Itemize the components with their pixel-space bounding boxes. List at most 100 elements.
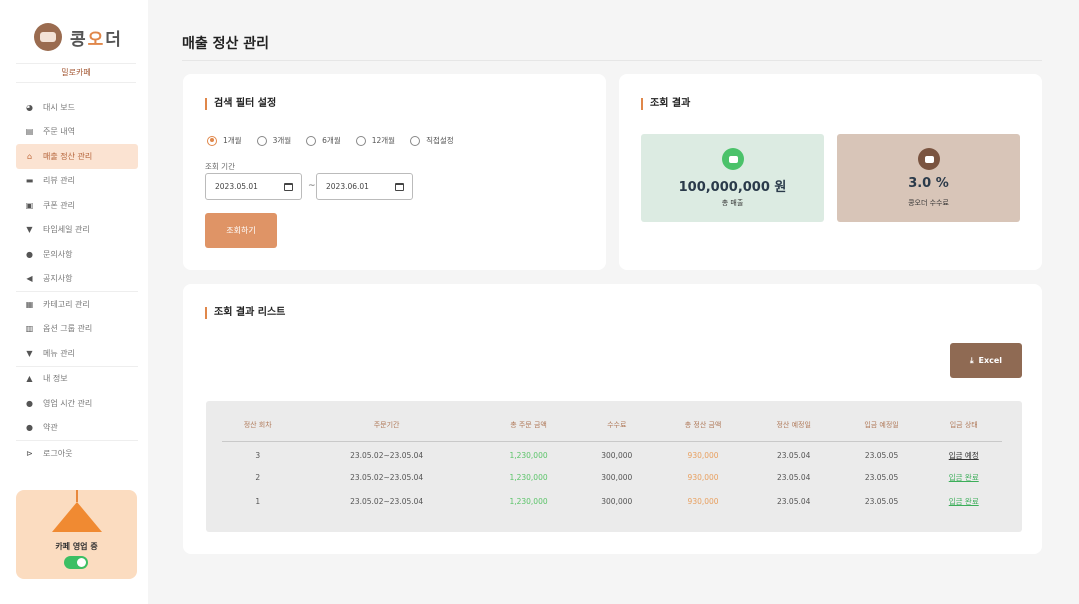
cup-icon: ▼ (26, 348, 33, 358)
result-title: 조회 결과 (641, 98, 690, 110)
cell-deposit-date: 23.05.05 (864, 450, 899, 460)
period-radio[interactable]: 6개월 (306, 135, 341, 146)
result-card: 조회 결과 100,000,000 원 총 매출 3.0 % 콩오더 수수료 (619, 74, 1042, 270)
period-radio[interactable]: 직접설정 (410, 135, 454, 146)
store-status-label: 카페 영업 중 (55, 542, 98, 551)
sidebar-item[interactable]: ▣ 쿠폰 관리 (16, 193, 138, 218)
start-date-input[interactable]: 2023.05.01 (205, 173, 302, 200)
column-header: 주문기간 (293, 409, 480, 442)
logo-icon (34, 23, 62, 51)
sidebar-item-label: 로그아웃 (43, 448, 73, 458)
cell-settle-date: 23.05.04 (777, 472, 811, 482)
sidebar-item-label: 주문 내역 (43, 127, 75, 137)
cell-deposit-date: 23.05.05 (864, 472, 899, 482)
cell-period: 23.05.02~23.05.04 (350, 450, 424, 460)
store-open-toggle[interactable] (64, 556, 88, 569)
search-button[interactable]: 조회하기 (205, 213, 277, 248)
deposit-status-link[interactable]: 입금 예정 (925, 441, 1002, 465)
sidebar-item[interactable]: ▥ 옵션 그룹 관리 (16, 317, 138, 342)
sidebar-item-label: 매출 정산 관리 (43, 151, 93, 161)
grid-icon: ▦ (25, 299, 34, 309)
excel-download-button[interactable]: ⤓ Excel (950, 343, 1022, 378)
receipt-icon: ▤ (25, 127, 34, 137)
store-status-card: 카페 영업 중 (16, 490, 137, 579)
fee-rate-box: 3.0 % 콩오더 수수료 (837, 134, 1020, 222)
sidebar-item[interactable]: ▤ 주문 내역 (16, 120, 138, 145)
radio-button[interactable] (355, 135, 366, 146)
column-header: 입금 예정일 (837, 409, 926, 442)
radio-button[interactable] (256, 135, 267, 146)
cell-round: 1 (255, 496, 261, 506)
cell-settle-date: 23.05.04 (777, 496, 811, 506)
store-name: 밀로카페 (16, 63, 136, 83)
cell-fee: 300,000 (601, 472, 633, 482)
sidebar-item[interactable]: ⌂ 매출 정산 관리 (16, 144, 138, 169)
calendar-icon[interactable] (395, 183, 404, 191)
settlement-table-wrap: 정산 회차 주문기간 총 주문 금액 수수료 총 정산 금액 정산 예정일 입금 예정일 입금… (206, 401, 1022, 532)
cell-order-total: 1,230,000 (509, 496, 548, 506)
cart-icon: ▼ (26, 225, 33, 235)
help-icon: ● (26, 249, 33, 259)
logo[interactable]: 콩오더 (34, 23, 123, 51)
total-sales-value: 100,000,000 원 (678, 180, 787, 195)
cell-deposit-date: 23.05.05 (864, 496, 899, 506)
calendar-icon[interactable] (284, 183, 293, 191)
sidebar-item-label: 내 정보 (43, 374, 68, 384)
sidebar-item[interactable]: ⊳ 로그아웃 (16, 441, 138, 466)
compass-icon (918, 148, 940, 170)
cell-order-total: 1,230,000 (509, 472, 548, 482)
title-divider (182, 60, 1042, 61)
end-date-input[interactable]: 2023.06.01 (316, 173, 413, 200)
sidebar-item-label: 메뉴 관리 (43, 348, 75, 358)
radio-label: 12개월 (371, 136, 396, 145)
cell-order-total: 1,230,000 (509, 450, 548, 460)
fee-rate-label: 콩오더 수수료 (908, 199, 949, 207)
start-date-value: 2023.05.01 (215, 182, 258, 191)
sidebar-item[interactable]: ◕ 대시 보드 (16, 95, 138, 120)
sidebar-item[interactable]: ▲ 내 정보 (16, 367, 138, 392)
radio-button[interactable] (410, 135, 421, 146)
radio-label: 6개월 (322, 136, 341, 145)
radio-button[interactable] (306, 135, 317, 146)
column-header: 총 정산 금액 (656, 409, 750, 442)
clock-icon: ● (26, 398, 33, 408)
sidebar-item[interactable]: ● 영업 시간 관리 (16, 391, 138, 416)
coupon-icon: ▣ (25, 200, 34, 210)
sidebar-item[interactable]: ◀ 공지사항 (16, 267, 138, 292)
cell-period: 23.05.02~23.05.04 (350, 472, 424, 482)
total-sales-label: 총 매출 (721, 199, 744, 207)
column-header: 정산 회차 (222, 409, 294, 442)
sidebar-item-label: 공지사항 (43, 274, 73, 284)
store-icon: ⌂ (26, 151, 33, 161)
period-radio[interactable]: 3개월 (256, 135, 291, 146)
sidebar-item-label: 타임세일 관리 (43, 225, 90, 235)
table-row: 3 23.05.02~23.05.04 1,230,000 300,000 930,00… (222, 441, 1002, 465)
date-range-separator: ~ (308, 181, 316, 191)
sidebar-item[interactable]: ● 문의사항 (16, 242, 138, 267)
cell-round: 2 (255, 472, 261, 482)
logout-icon: ⊳ (26, 448, 33, 458)
lamp-icon (52, 502, 102, 532)
table-header-row: 정산 회차 주문기간 총 주문 금액 수수료 총 정산 금액 정산 예정일 입금 예정일 입금… (222, 409, 1002, 442)
megaphone-icon: ◀ (26, 274, 33, 284)
result-list-title: 조회 결과 리스트 (205, 307, 285, 319)
deposit-status-link[interactable]: 입금 완료 (925, 489, 1002, 513)
period-radio[interactable]: 12개월 (355, 135, 396, 146)
sidebar: 콩오더 밀로카페 ◕ 대시 보드 ▤ 주문 내역 ⌂ 매출 정산 관리 ▬ 리뷰 관리 ▣ 쿠폰 … (0, 0, 148, 604)
sidebar-item[interactable]: ● 약관 (16, 416, 138, 441)
cell-settle-total: 930,000 (687, 496, 719, 506)
period-radio[interactable]: 1개월 (207, 135, 242, 146)
sidebar-item[interactable]: ▬ 리뷰 관리 (16, 169, 138, 194)
sidebar-item[interactable]: ▼ 타임세일 관리 (16, 218, 138, 243)
sidebar-item[interactable]: ▦ 카테고리 관리 (16, 292, 138, 317)
filter-title: 검색 필터 설정 (205, 98, 276, 110)
download-icon: ⤓ (969, 355, 974, 365)
sidebar-item[interactable]: ▼ 메뉴 관리 (16, 341, 138, 366)
user-icon: ▲ (26, 374, 33, 384)
radio-label: 직접설정 (426, 136, 454, 145)
radio-button[interactable] (207, 135, 217, 146)
deposit-status-link[interactable]: 입금 완료 (925, 465, 1002, 489)
cell-round: 3 (255, 450, 261, 460)
page-title: 매출 정산 관리 (182, 36, 270, 52)
table-row: 1 23.05.02~23.05.04 1,230,000 300,000 930,00… (222, 489, 1002, 513)
